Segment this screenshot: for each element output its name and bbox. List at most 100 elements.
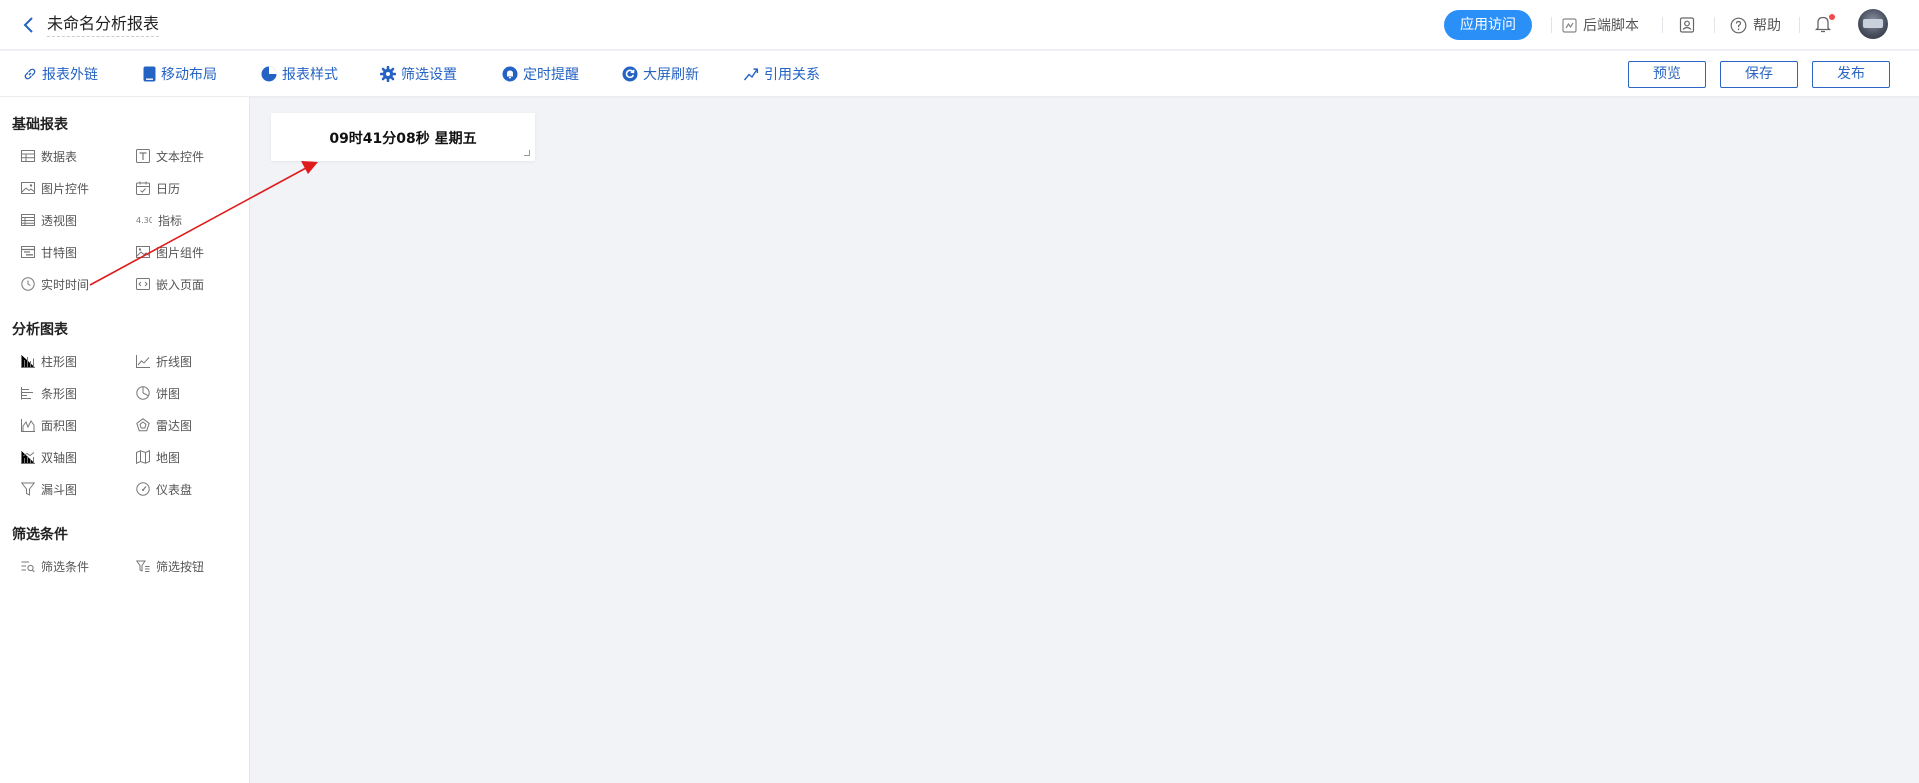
indicator-number-icon: 4.30 bbox=[136, 216, 152, 225]
clock-icon bbox=[21, 277, 35, 291]
component-label: 柱形图 bbox=[41, 354, 78, 369]
svg-text:4.30: 4.30 bbox=[136, 216, 152, 225]
references-button[interactable]: 引用关系 bbox=[743, 64, 820, 84]
component-gauge[interactable]: 仪表盘 bbox=[136, 480, 192, 498]
back-arrow-icon[interactable] bbox=[20, 16, 38, 34]
component-label: 图片组件 bbox=[156, 245, 205, 260]
section-title-basic: 基础报表 bbox=[12, 117, 68, 133]
gantt-icon bbox=[21, 246, 35, 258]
horizontal-bar-icon bbox=[21, 386, 33, 399]
help-button[interactable]: 帮助 bbox=[1730, 13, 1781, 37]
contacts-button[interactable] bbox=[1679, 13, 1701, 37]
component-embed-page[interactable]: 嵌入页面 bbox=[136, 275, 204, 293]
header-divider bbox=[1551, 17, 1552, 33]
calendar-icon bbox=[136, 181, 150, 195]
header-divider bbox=[1714, 17, 1715, 33]
component-label: 面积图 bbox=[41, 418, 78, 433]
funnel-icon bbox=[21, 482, 35, 496]
notification-dot bbox=[1829, 14, 1835, 20]
report-external-link-button[interactable]: 报表外链 bbox=[23, 64, 98, 84]
help-label: 帮助 bbox=[1753, 18, 1781, 34]
component-indicator[interactable]: 4.30 指标 bbox=[136, 211, 182, 229]
component-pie-chart[interactable]: 饼图 bbox=[136, 384, 180, 402]
component-label: 实时时间 bbox=[41, 277, 90, 292]
refresh-icon bbox=[622, 66, 638, 82]
pie-chart-icon bbox=[136, 386, 150, 400]
link-icon bbox=[24, 68, 36, 80]
tool-label: 定时提醒 bbox=[523, 67, 579, 83]
filter-settings-button[interactable]: 筛选设置 bbox=[380, 64, 457, 84]
component-bar-chart[interactable]: 柱形图 bbox=[21, 352, 77, 370]
save-button[interactable]: 保存 bbox=[1720, 61, 1798, 88]
component-label: 条形图 bbox=[41, 386, 78, 401]
component-label: 嵌入页面 bbox=[156, 277, 205, 292]
component-label: 筛选按钮 bbox=[156, 559, 205, 574]
report-title[interactable]: 未命名分析报表 bbox=[47, 14, 160, 37]
script-icon bbox=[1562, 17, 1577, 33]
component-funnel-chart[interactable]: 漏斗图 bbox=[21, 480, 77, 498]
component-sidebar: 基础报表 数据表 文本控件 图片控件 日历 透视图 4.30 指标 甘特图 图片… bbox=[0, 97, 250, 783]
component-filter-button[interactable]: 筛选按钮 bbox=[136, 557, 204, 575]
screen-refresh-button[interactable]: 大屏刷新 bbox=[622, 64, 699, 84]
preview-button[interactable]: 预览 bbox=[1628, 61, 1706, 88]
tool-label: 报表外链 bbox=[42, 67, 98, 83]
component-label: 饼图 bbox=[156, 386, 181, 401]
image-group-icon bbox=[136, 246, 150, 258]
tool-label: 移动布局 bbox=[161, 67, 217, 83]
component-radar-chart[interactable]: 雷达图 bbox=[136, 416, 192, 434]
app-header: 未命名分析报表 应用访问 后端脚本 帮助 bbox=[0, 0, 1919, 50]
component-label: 漏斗图 bbox=[41, 482, 78, 497]
scheduled-reminder-button[interactable]: 定时提醒 bbox=[502, 64, 579, 84]
line-chart-icon bbox=[136, 354, 150, 368]
component-gantt[interactable]: 甘特图 bbox=[21, 243, 77, 261]
component-label: 透视图 bbox=[41, 213, 78, 228]
help-icon bbox=[1730, 17, 1747, 33]
header-divider bbox=[1799, 17, 1800, 33]
widget-resize-handle[interactable] bbox=[524, 150, 530, 156]
mobile-phone-icon bbox=[143, 66, 156, 82]
tool-label: 大屏刷新 bbox=[643, 67, 699, 83]
backend-script-button[interactable]: 后端脚本 bbox=[1562, 13, 1639, 37]
component-label: 甘特图 bbox=[41, 245, 78, 260]
component-line-chart[interactable]: 折线图 bbox=[136, 352, 192, 370]
component-label: 双轴图 bbox=[41, 450, 78, 465]
filter-list-icon bbox=[21, 561, 35, 572]
realtime-clock-widget[interactable]: 09时41分08秒 星期五 bbox=[271, 113, 535, 161]
component-pivot[interactable]: 透视图 bbox=[21, 211, 77, 229]
component-map[interactable]: 地图 bbox=[136, 448, 180, 466]
realtime-clock-text: 09时41分08秒 星期五 bbox=[329, 131, 477, 147]
component-realtime[interactable]: 实时时间 bbox=[21, 275, 89, 293]
settings-gear-icon bbox=[380, 66, 396, 82]
component-label: 折线图 bbox=[156, 354, 193, 369]
embed-code-icon bbox=[136, 278, 150, 290]
app-visit-button[interactable]: 应用访问 bbox=[1444, 10, 1532, 40]
component-dual-axis-chart[interactable]: 双轴图 bbox=[21, 448, 77, 466]
image-icon bbox=[21, 182, 35, 194]
pivot-table-icon bbox=[21, 214, 35, 226]
component-label: 指标 bbox=[158, 213, 183, 228]
component-image-group[interactable]: 图片组件 bbox=[136, 243, 204, 261]
component-text-control[interactable]: 文本控件 bbox=[136, 147, 204, 165]
component-hbar-chart[interactable]: 条形图 bbox=[21, 384, 77, 402]
backend-script-label: 后端脚本 bbox=[1583, 18, 1639, 34]
bell-reminder-icon bbox=[502, 66, 518, 82]
map-icon bbox=[136, 450, 150, 464]
tool-label: 引用关系 bbox=[764, 67, 820, 83]
component-filter-condition[interactable]: 筛选条件 bbox=[21, 557, 89, 575]
report-style-button[interactable]: 报表样式 bbox=[261, 64, 338, 84]
bar-chart-icon bbox=[21, 354, 35, 368]
user-avatar[interactable] bbox=[1858, 9, 1888, 39]
component-calendar[interactable]: 日历 bbox=[136, 179, 180, 197]
component-label: 仪表盘 bbox=[156, 482, 193, 497]
table-icon bbox=[21, 150, 35, 162]
publish-button[interactable]: 发布 bbox=[1812, 61, 1890, 88]
component-label: 地图 bbox=[156, 450, 181, 465]
component-label: 文本控件 bbox=[156, 149, 205, 164]
component-image-control[interactable]: 图片控件 bbox=[21, 179, 89, 197]
contact-card-icon bbox=[1679, 17, 1695, 33]
mobile-layout-button[interactable]: 移动布局 bbox=[143, 64, 217, 84]
component-label: 图片控件 bbox=[41, 181, 90, 196]
report-canvas[interactable]: 09时41分08秒 星期五 bbox=[251, 97, 1919, 783]
component-area-chart[interactable]: 面积图 bbox=[21, 416, 77, 434]
component-data-table[interactable]: 数据表 bbox=[21, 147, 77, 165]
